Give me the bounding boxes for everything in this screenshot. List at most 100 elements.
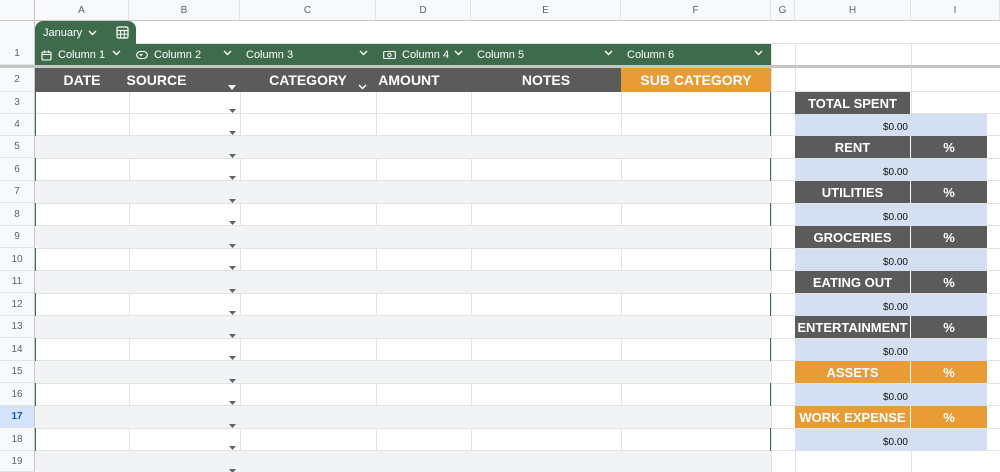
dropdown-arrow-icon[interactable] (229, 347, 236, 365)
currency-icon (383, 50, 396, 60)
column-chip-1[interactable]: Column 1 (35, 44, 129, 66)
column-header-c[interactable]: C (240, 0, 376, 21)
dropdown-arrow-icon[interactable] (229, 100, 236, 118)
dropdown-arrow-icon[interactable] (229, 122, 236, 140)
row-header[interactable]: 15 (0, 361, 35, 383)
row-header[interactable]: 3 (0, 92, 35, 114)
column-header-g[interactable]: G (771, 0, 795, 21)
summary-value-work-expense: $0.00 (882, 436, 908, 448)
dropdown-arrow-icon[interactable] (229, 392, 236, 410)
dropdown-arrow-icon[interactable] (229, 280, 236, 298)
summary-title-work-expense: WORK EXPENSE (795, 406, 910, 428)
table-row-band (35, 136, 771, 158)
row-header-active[interactable]: 17 (0, 406, 35, 428)
row-header[interactable]: 8 (0, 203, 35, 226)
column-chip-6[interactable]: Column 6 (621, 44, 771, 66)
row-header[interactable]: 1 (0, 43, 35, 65)
column-chip-label: Column 4 (402, 49, 450, 61)
summary-title-total-spent: TOTAL SPENT (795, 92, 910, 114)
dropdown-arrow-icon[interactable] (229, 325, 236, 343)
dropdown-arrow-icon[interactable] (229, 235, 236, 253)
select-all-corner[interactable] (0, 0, 35, 21)
table-row-band (35, 316, 771, 338)
header-source[interactable]: SOURCE (127, 68, 187, 92)
chevron-down-icon[interactable] (358, 77, 367, 95)
column-chip-5[interactable]: Column 5 (471, 44, 621, 66)
column-chip-label: Column 5 (477, 49, 525, 61)
summary-pct-rent: % (911, 136, 987, 158)
dropdown-arrow-icon[interactable] (229, 370, 236, 388)
summary-value-rent: $0.00 (882, 166, 908, 178)
row-header[interactable]: 11 (0, 271, 35, 293)
column-chip-label: Column 6 (627, 49, 675, 61)
chevron-down-icon (88, 30, 97, 35)
column-header-f[interactable]: F (621, 0, 771, 21)
row-header[interactable]: 16 (0, 383, 35, 406)
dropdown-arrow-icon[interactable] (229, 437, 236, 455)
column-chip-4[interactable]: Column 4 (376, 44, 471, 66)
table-name-tab[interactable]: January (35, 21, 108, 44)
dropdown-arrow-icon[interactable] (229, 167, 236, 185)
table-name: January (43, 26, 83, 39)
row-header[interactable]: 19 (0, 451, 35, 472)
summary-title-eating-out: EATING OUT (795, 271, 910, 293)
column-chip-2[interactable]: Column 2 (129, 44, 240, 66)
header-sub-category[interactable]: SUB CATEGORY (621, 68, 771, 92)
row-header[interactable]: 5 (0, 136, 35, 158)
row-header[interactable]: 7 (0, 181, 35, 203)
table-row-band (35, 361, 771, 383)
calendar-icon (41, 50, 52, 61)
table-row-band (35, 451, 771, 472)
row-header[interactable]: 4 (0, 114, 35, 136)
dropdown-arrow-icon[interactable] (229, 460, 236, 472)
summary-value-utilities: $0.00 (882, 211, 908, 223)
column-chip-label: Column 1 (58, 49, 106, 61)
row-header[interactable]: 10 (0, 248, 35, 271)
column-header-h[interactable]: H (795, 0, 911, 21)
dropdown-arrow-icon[interactable] (229, 257, 236, 275)
summary-pct-utilities: % (911, 181, 987, 203)
header-amount[interactable]: AMOUNT (376, 68, 442, 92)
dropdown-arrow-icon[interactable] (228, 77, 236, 95)
summary-value-groceries: $0.00 (882, 256, 908, 268)
dropdown-arrow-icon[interactable] (229, 190, 236, 208)
table-tab-row (35, 21, 1000, 43)
row-header[interactable]: 14 (0, 338, 35, 361)
column-header-e[interactable]: E (471, 0, 621, 21)
chevron-down-icon (112, 50, 121, 56)
column-chip-label: Column 3 (246, 49, 294, 61)
summary-pct-assets: % (911, 361, 987, 383)
chevron-down-icon (604, 50, 613, 56)
table-menu-button[interactable] (108, 21, 136, 44)
table-row-band (35, 271, 771, 293)
row-header[interactable]: 2 (0, 68, 35, 92)
chevron-down-icon (223, 50, 232, 56)
column-header-b[interactable]: B (129, 0, 240, 21)
chevron-down-icon (754, 50, 763, 56)
summary-pct-groceries: % (911, 226, 987, 248)
row-header[interactable]: 12 (0, 293, 35, 316)
column-chip-3[interactable]: Column 3 (240, 44, 376, 66)
row-header[interactable]: 13 (0, 316, 35, 338)
column-header-d[interactable]: D (376, 0, 471, 21)
table-row-band (35, 226, 771, 248)
summary-value-total-spent: $0.00 (882, 121, 908, 133)
summary-title-groceries: GROCERIES (795, 226, 910, 248)
header-date[interactable]: DATE (35, 68, 129, 92)
dropdown-chip-icon (136, 50, 148, 60)
summary-value-assets: $0.00 (882, 391, 908, 403)
row-header[interactable]: 18 (0, 428, 35, 451)
row-header[interactable]: 9 (0, 226, 35, 248)
header-category[interactable]: CATEGORY (240, 68, 376, 92)
column-header-i[interactable]: I (911, 0, 1000, 21)
column-header-a[interactable]: A (35, 0, 129, 21)
dropdown-arrow-icon[interactable] (229, 415, 236, 433)
summary-pct-work-expense: % (911, 406, 987, 428)
dropdown-arrow-icon[interactable] (229, 302, 236, 320)
header-notes[interactable]: NOTES (471, 68, 621, 92)
tab-row-spacer (0, 21, 35, 43)
dropdown-arrow-icon[interactable] (229, 212, 236, 230)
row-header[interactable]: 6 (0, 158, 35, 181)
dropdown-arrow-icon[interactable] (229, 145, 236, 163)
column-chip-label: Column 2 (154, 49, 202, 61)
